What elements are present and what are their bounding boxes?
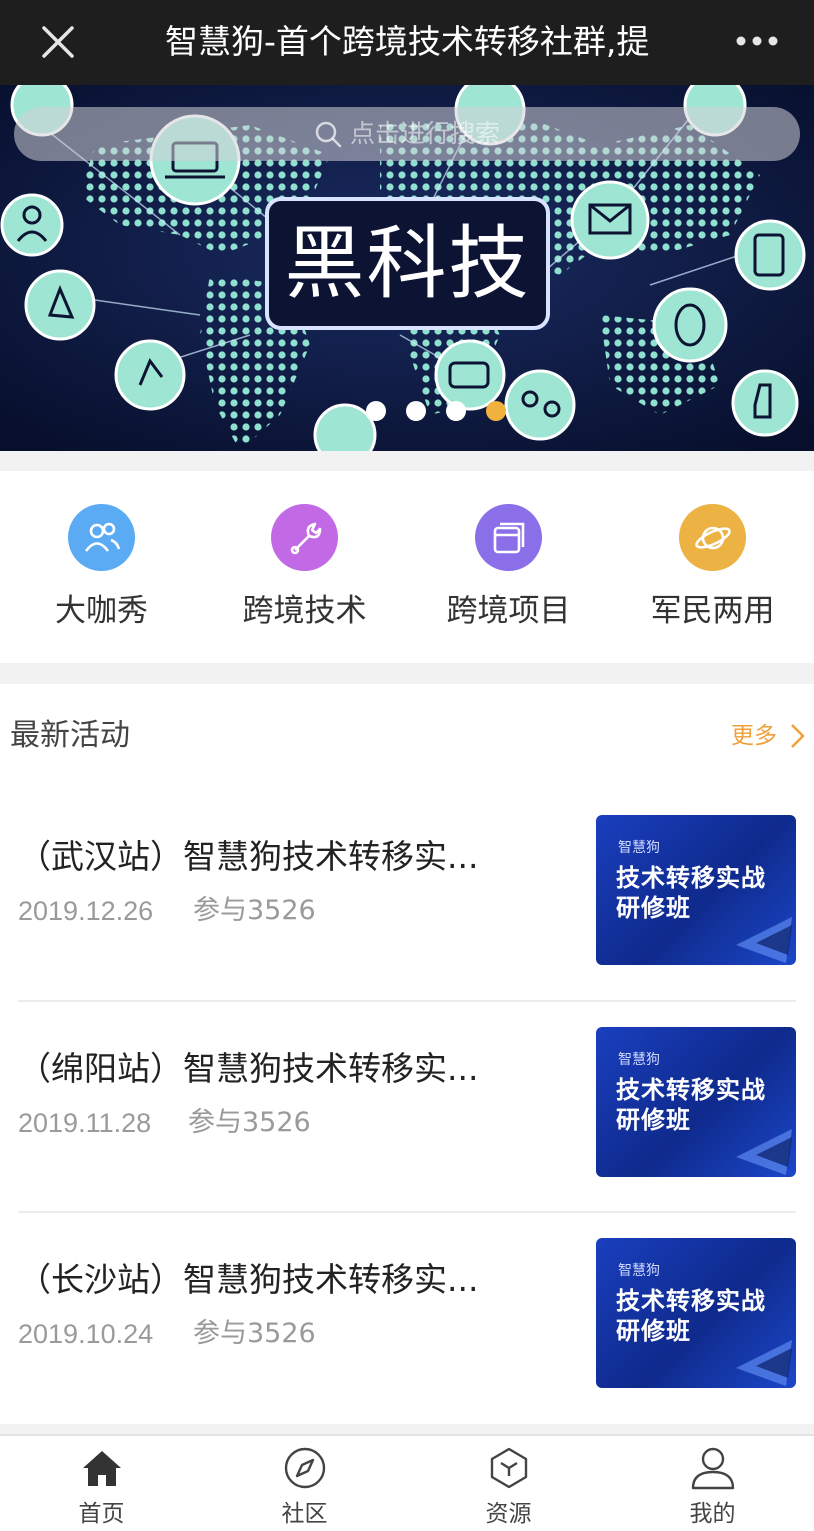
carousel-dot[interactable] <box>406 401 426 421</box>
thumb-arrow-graphic <box>736 1340 792 1386</box>
activity-participants: 参与3526 <box>193 895 316 926</box>
section-header: 最新活动 更多 <box>0 684 814 790</box>
title-bar: 智慧狗-首个跨境技术转移社群,提 <box>0 0 814 85</box>
thumb-arrow-graphic <box>736 917 792 963</box>
more-link[interactable]: 更多 <box>731 720 777 752</box>
banner-headline: 黑科技 <box>265 197 550 330</box>
category-dakaxiu[interactable]: 大咖秀 <box>0 471 203 663</box>
activity-thumbnail: 智慧狗 技术转移实战 研修班 <box>596 1027 796 1177</box>
category-label: 军民两用 <box>650 593 775 629</box>
thumb-line-1: 技术转移实战 <box>616 1287 766 1315</box>
more-dots-icon[interactable] <box>734 26 780 56</box>
activity-date: 2019.11.28 <box>18 1108 152 1138</box>
activity-thumbnail: 智慧狗 技术转移实战 研修班 <box>596 1238 796 1388</box>
compass-icon <box>284 1447 326 1489</box>
category-kuajing-xiangmu[interactable]: 跨境项目 <box>407 471 610 663</box>
carousel-dot[interactable] <box>366 401 386 421</box>
category-label: 大咖秀 <box>55 593 148 629</box>
tab-label: 首页 <box>78 1501 125 1527</box>
tab-label: 资源 <box>485 1501 532 1527</box>
activity-date: 2019.12.26 <box>18 896 154 926</box>
home-icon <box>83 1451 121 1486</box>
activity-participants: 参与3526 <box>188 1107 311 1138</box>
search-icon <box>315 121 342 148</box>
chevron-right-icon[interactable] <box>787 722 807 750</box>
page-title: 智慧狗-首个跨境技术转移社群,提 <box>165 22 650 61</box>
search-bar[interactable]: 点击进行搜索 <box>14 107 800 161</box>
people-icon <box>68 504 135 571</box>
activity-thumbnail: 智慧狗 技术转移实战 研修班 <box>596 815 796 965</box>
thumb-brand: 智慧狗 <box>618 840 660 856</box>
activity-item[interactable]: （绵阳站）智慧狗技术转移实... 2019.11.28 参与3526 智慧狗 技… <box>18 1002 796 1213</box>
thumb-arrow-graphic <box>736 1129 792 1175</box>
tab-home[interactable]: 首页 <box>0 1436 203 1531</box>
thumb-line-2: 研修班 <box>616 894 691 922</box>
tab-label: 我的 <box>689 1501 736 1527</box>
planet-icon <box>679 504 746 571</box>
category-grid: 大咖秀 跨境技术 跨境项目 军民两用 <box>0 471 814 663</box>
category-junmin-liangyong[interactable]: 军民两用 <box>611 471 814 663</box>
carousel-dot[interactable] <box>446 401 466 421</box>
tab-profile[interactable]: 我的 <box>611 1436 814 1531</box>
thumb-line-1: 技术转移实战 <box>616 864 766 892</box>
activity-participants: 参与3526 <box>193 1318 316 1349</box>
activity-item[interactable]: （武汉站）智慧狗技术转移实... 2019.12.26 参与3526 智慧狗 技… <box>18 790 796 1001</box>
thumb-brand: 智慧狗 <box>618 1263 660 1279</box>
tab-label: 社区 <box>281 1501 328 1527</box>
cube-icon <box>490 1447 528 1489</box>
category-label: 跨境项目 <box>446 593 571 629</box>
thumb-line-2: 研修班 <box>616 1106 691 1134</box>
wrench-icon <box>271 504 338 571</box>
search-placeholder: 点击进行搜索 <box>350 119 501 148</box>
activity-title: （武汉站）智慧狗技术转移实... <box>18 837 479 876</box>
thumb-brand: 智慧狗 <box>618 1052 660 1068</box>
category-label: 跨境技术 <box>242 593 367 629</box>
banner-carousel[interactable]: 点击进行搜索 黑科技 <box>0 85 814 451</box>
tab-resources[interactable]: 资源 <box>407 1436 610 1531</box>
tab-community[interactable]: 社区 <box>203 1436 406 1531</box>
close-icon[interactable] <box>38 22 78 62</box>
carousel-dot-active[interactable] <box>486 401 506 421</box>
category-kuajing-jishu[interactable]: 跨境技术 <box>203 471 406 663</box>
thumb-line-1: 技术转移实战 <box>616 1076 766 1104</box>
bottom-tab-bar: 首页 社区 资源 我的 <box>0 1434 814 1531</box>
activity-title: （绵阳站）智慧狗技术转移实... <box>18 1049 479 1088</box>
activity-item[interactable]: （长沙站）智慧狗技术转移实... 2019.10.24 参与3526 智慧狗 技… <box>18 1213 796 1424</box>
stack-icon <box>475 504 542 571</box>
activity-date: 2019.10.24 <box>18 1319 154 1349</box>
activity-title: （长沙站）智慧狗技术转移实... <box>18 1260 479 1299</box>
user-icon <box>691 1447 735 1490</box>
latest-activities-section: 最新活动 更多 （武汉站）智慧狗技术转移实... 2019.12.26 参与35… <box>0 684 814 1424</box>
thumb-line-2: 研修班 <box>616 1317 691 1345</box>
section-title: 最新活动 <box>10 718 130 753</box>
